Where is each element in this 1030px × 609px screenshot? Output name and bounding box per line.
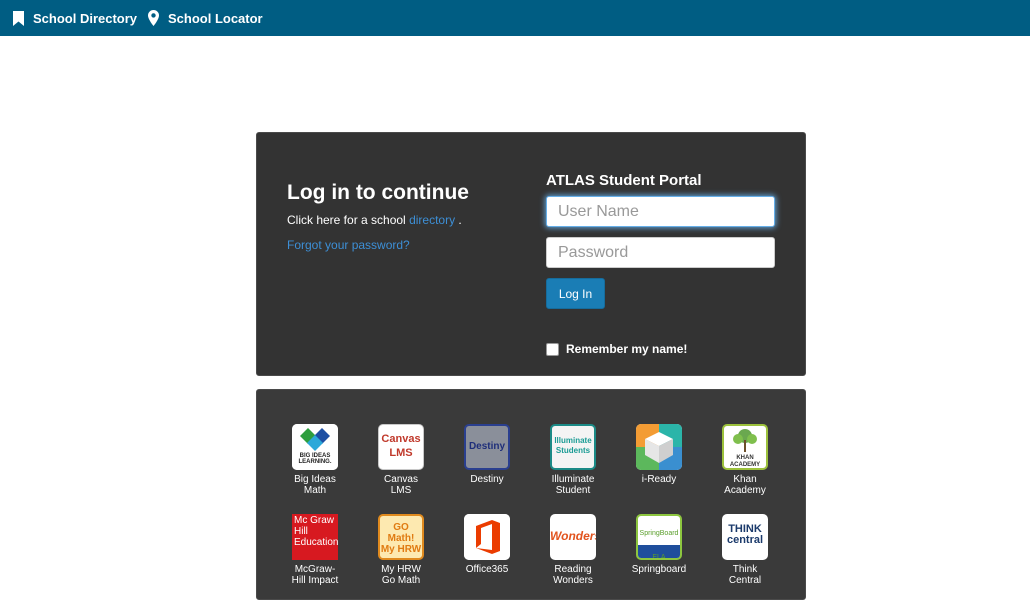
school-directory-link[interactable]: School Directory [13,0,137,36]
app-illuminate-student[interactable]: Illuminate Students Illuminate Student [533,424,613,496]
app-label: Office365 [465,564,509,575]
app-label: Springboard [631,564,687,575]
big-ideas-logo-text: BIG IDEAS LEARNING. [298,453,332,465]
app-label: Destiny [470,474,504,485]
school-directory-label: School Directory [33,10,138,26]
go-math-logo-icon: GO Math! My HRW [378,514,424,560]
password-input[interactable] [546,237,775,268]
app-label: Khan Academy [724,474,766,496]
remember-me-checkbox[interactable] [546,342,559,356]
i-ready-cube-icon [636,424,682,470]
school-locator-link[interactable]: School Locator [148,0,263,36]
destiny-logo-text: Destiny [468,441,506,452]
remember-me-label: Remember my name! [566,342,688,356]
springboard-logo-text: SpringBoard ELA [639,530,679,560]
app-khan-academy[interactable]: KHAN ACADEMY Khan Academy [705,424,785,496]
app-springboard[interactable]: SpringBoard ELA Springboard [619,514,699,575]
app-i-ready[interactable]: i-Ready [619,424,699,485]
app-label: Big Ideas Math [294,474,336,496]
app-label: McGraw- Hill Impact [291,564,339,586]
username-input[interactable] [546,196,775,227]
app-my-hrw-go-math[interactable]: GO Math! My HRW My HRW Go Math [361,514,441,586]
app-label: Reading Wonders [553,564,593,586]
app-label: Illuminate Student [551,474,595,496]
wonders-logo-icon: Wonders [550,514,596,560]
app-label: My HRW Go Math [381,564,421,586]
app-label: i-Ready [641,474,677,485]
app-office365[interactable]: Office365 [447,514,527,575]
canvas-logo-icon: Canvas LMS [378,424,424,470]
directory-note-prefix: Click here for a school [287,213,406,227]
destiny-logo-icon: Destiny [464,424,510,470]
mcgraw-hill-logo-text: Mc Graw Hill Education [294,515,338,548]
login-panel: Log in to continue Click here for a scho… [256,132,806,376]
khan-logo-text: KHAN ACADEMY [729,455,761,468]
app-big-ideas-math[interactable]: BIG IDEAS LEARNING. Big Ideas Math [275,424,355,496]
top-nav-bar: School Directory School Locator [0,0,1030,36]
directory-note-suffix: . [458,213,462,227]
springboard-logo-icon: SpringBoard ELA [636,514,682,560]
illuminate-logo-icon: Illuminate Students [550,424,596,470]
app-mcgraw-hill-impact[interactable]: Mc Graw Hill Education McGraw- Hill Impa… [275,514,355,586]
map-pin-icon [148,10,159,26]
directory-note: Click here for a school directory . [287,213,462,227]
think-central-logo-icon: THINK central [722,514,768,560]
app-think-central[interactable]: THINK central Think Central [705,514,785,586]
wonders-logo-text: Wonders [550,529,596,543]
forgot-password-link[interactable]: Forgot your password? [287,238,410,252]
app-reading-wonders[interactable]: Wonders Reading Wonders [533,514,613,586]
app-canvas-lms[interactable]: Canvas LMS Canvas LMS [361,424,441,496]
go-math-logo-text: GO Math! My HRW [380,522,422,555]
illuminate-logo-text: Illuminate Students [554,436,592,455]
remember-me-row: Remember my name! [546,342,687,356]
app-destiny[interactable]: Destiny Destiny [447,424,527,485]
login-title: Log in to continue [287,181,469,204]
canvas-logo-text: Canvas LMS [381,433,421,459]
directory-link[interactable]: directory [409,213,455,227]
office-logo-icon [464,514,510,560]
portal-title: ATLAS Student Portal [546,172,702,189]
login-button[interactable]: Log In [546,278,605,309]
khan-tree-icon: KHAN ACADEMY [722,424,768,470]
think-central-logo-text: THINK central [726,523,764,546]
app-label: Think Central [728,564,762,586]
mcgraw-hill-logo-icon: Mc Graw Hill Education [292,514,338,560]
apps-panel: BIG IDEAS LEARNING. Big Ideas Math Canva… [256,389,806,600]
bookmark-icon [13,10,24,26]
big-ideas-logo-icon: BIG IDEAS LEARNING. [292,424,338,470]
school-locator-label: School Locator [168,10,263,26]
app-label: Canvas LMS [384,474,418,496]
